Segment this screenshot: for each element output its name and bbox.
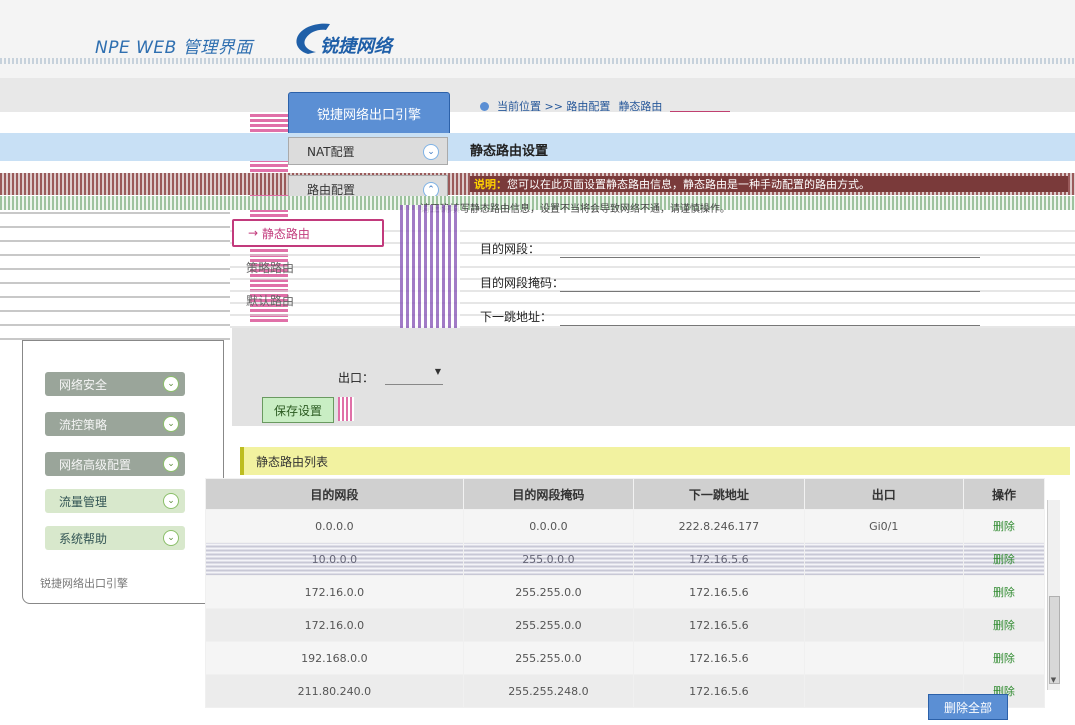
alert-text: 说明：您可以在此页面设置静态路由信息，静态路由是一种手动配置的路由方式。: [470, 176, 1068, 192]
delete-link[interactable]: 删除: [993, 652, 1015, 665]
cell-dest: 10.0.0.0: [205, 542, 464, 576]
exit-select[interactable]: [385, 366, 443, 385]
next-hop-input[interactable]: [560, 324, 980, 326]
nav-item-flow-policy[interactable]: 流控策略 ⌄: [45, 412, 185, 436]
cell-next-hop: 172.16.5.6: [633, 641, 805, 675]
submenu-static-route[interactable]: → 静态路由: [232, 219, 384, 247]
alert-prefix: 说明：: [474, 178, 507, 191]
nav-item-label: 流量管理: [59, 494, 108, 509]
col-action: 操作: [962, 478, 1046, 510]
cell-mask: 0.0.0.0: [462, 509, 635, 543]
table-row: 10.0.0.0 255.0.0.0 172.16.5.6 删除: [205, 542, 1046, 576]
cell-mask: 255.0.0.0: [462, 542, 635, 576]
chevron-down-icon: ⌄: [163, 376, 179, 392]
chevron-down-icon: ⌄: [163, 493, 179, 509]
cell-mask: 255.255.0.0: [462, 575, 635, 609]
dest-net-label: 目的网段：: [480, 242, 541, 256]
decorative-mark: [338, 397, 354, 421]
mask-label: 目的网段掩码：: [480, 276, 565, 290]
dest-net-input[interactable]: [560, 256, 980, 258]
cell-next-hop: 172.16.5.6: [633, 608, 805, 642]
engine-tab-button[interactable]: 锐捷网络出口引擎: [288, 92, 450, 134]
nav-footer: 锐捷网络出口引擎: [40, 577, 128, 590]
nav-item-system-help[interactable]: 系统帮助 ⌄: [45, 526, 185, 550]
table-row: 172.16.0.0 255.255.0.0 172.16.5.6 删除: [205, 575, 1046, 609]
col-exit: 出口: [803, 478, 964, 510]
nav-item-label: 流控策略: [59, 417, 108, 432]
table-header-row: 目的网段 目的网段掩码 下一跳地址 出口 操作: [205, 478, 1046, 510]
route-table: 目的网段 目的网段掩码 下一跳地址 出口 操作 0.0.0.0 0.0.0.0 …: [205, 478, 1046, 708]
cell-mask: 255.255.0.0: [462, 641, 635, 675]
header-dotted-line: [0, 58, 1075, 64]
breadcrumb-page: 静态路由: [618, 100, 663, 113]
col-mask: 目的网段掩码: [462, 478, 635, 510]
mask-input[interactable]: [560, 290, 980, 292]
cell-next-hop: 172.16.5.6: [633, 674, 805, 708]
nav-item-advanced-config[interactable]: 网络高级配置 ⌄: [45, 452, 185, 476]
menu-item-nat[interactable]: NAT配置 ⌄: [288, 137, 448, 165]
next-hop-label: 下一跳地址：: [480, 310, 553, 324]
delete-link[interactable]: 删除: [993, 553, 1015, 566]
scroll-down-icon[interactable]: ▼: [1049, 676, 1058, 686]
submenu-label: 策略路由: [246, 260, 295, 275]
breadcrumb-path: 当前位置 >> 路由配置: [497, 100, 611, 113]
chevron-down-icon: ⌄: [163, 456, 179, 472]
cell-dest: 0.0.0.0: [205, 509, 464, 543]
submenu-label: 静态路由: [261, 226, 310, 241]
logo-text: 锐捷网络: [320, 36, 392, 57]
menu-item-label: 路由配置: [307, 182, 356, 197]
table-row: 211.80.240.0 255.255.248.0 172.16.5.6 删除: [205, 674, 1046, 708]
table-row: 172.16.0.0 255.255.0.0 172.16.5.6 删除: [205, 608, 1046, 642]
cell-next-hop: 172.16.5.6: [633, 575, 805, 609]
alert-body: 您可以在此页面设置静态路由信息，静态路由是一种手动配置的路由方式。: [507, 178, 870, 191]
location-icon: [480, 101, 489, 111]
section-title: 静态路由设置: [470, 144, 549, 159]
breadcrumb-underline: [670, 101, 731, 112]
cell-dest: 172.16.0.0: [205, 608, 464, 642]
brand-title: NPE WEB 管理界面: [95, 38, 253, 58]
col-dest: 目的网段: [205, 478, 464, 510]
submenu-item-2[interactable]: 策略路由: [232, 253, 384, 281]
delete-link[interactable]: 删除: [993, 619, 1015, 632]
menu-item-label: NAT配置: [307, 144, 355, 159]
arrow-icon: →: [248, 226, 262, 240]
delete-link[interactable]: 删除: [993, 586, 1015, 599]
cell-exit: Gi0/1: [803, 509, 964, 543]
breadcrumb: 当前位置 >> 路由配置 静态路由: [480, 98, 731, 114]
chevron-down-icon: ⌄: [163, 416, 179, 432]
nav-item-label: 网络高级配置: [59, 457, 132, 472]
chevron-down-icon: ⌄: [423, 144, 439, 160]
submenu-item-3[interactable]: 默认路由: [232, 286, 384, 314]
submenu-label: 默认路由: [246, 293, 295, 308]
cell-dest: 211.80.240.0: [205, 674, 464, 708]
cell-exit: [803, 608, 964, 642]
cell-mask: 255.255.0.0: [462, 608, 635, 642]
table-row: 192.168.0.0 255.255.0.0 172.16.5.6 删除: [205, 641, 1046, 675]
nav-item-traffic-management[interactable]: 流量管理 ⌄: [45, 489, 185, 513]
col-next-hop: 下一跳地址: [633, 478, 805, 510]
cell-exit: [803, 575, 964, 609]
cell-exit: [803, 542, 964, 576]
left-stripes: [0, 210, 230, 340]
exit-label: 出口：: [338, 371, 375, 385]
note-text: 请正确填写静态路由信息，设置不当将会导致网络不通，请谨慎操作。: [420, 204, 730, 215]
cell-next-hop: 222.8.246.177: [633, 509, 805, 543]
cell-exit: [803, 641, 964, 675]
scrollbar-thumb[interactable]: [1049, 596, 1060, 684]
list-title-bar: 静态路由列表: [240, 447, 1070, 475]
cell-dest: 192.168.0.0: [205, 641, 464, 675]
save-button[interactable]: 保存设置: [262, 397, 334, 423]
nav-item-label: 网络安全: [59, 377, 108, 392]
cell-dest: 172.16.0.0: [205, 575, 464, 609]
delete-link[interactable]: 删除: [993, 520, 1015, 533]
nav-item-network-security[interactable]: 网络安全 ⌄: [45, 372, 185, 396]
delete-all-button[interactable]: 删除全部: [928, 694, 1008, 720]
cell-next-hop: 172.16.5.6: [633, 542, 805, 576]
chevron-down-icon: ⌄: [163, 530, 179, 546]
nav-item-label: 系统帮助: [59, 531, 108, 546]
cell-mask: 255.255.248.0: [462, 674, 635, 708]
table-row: 0.0.0.0 0.0.0.0 222.8.246.177 Gi0/1 删除: [205, 509, 1046, 543]
